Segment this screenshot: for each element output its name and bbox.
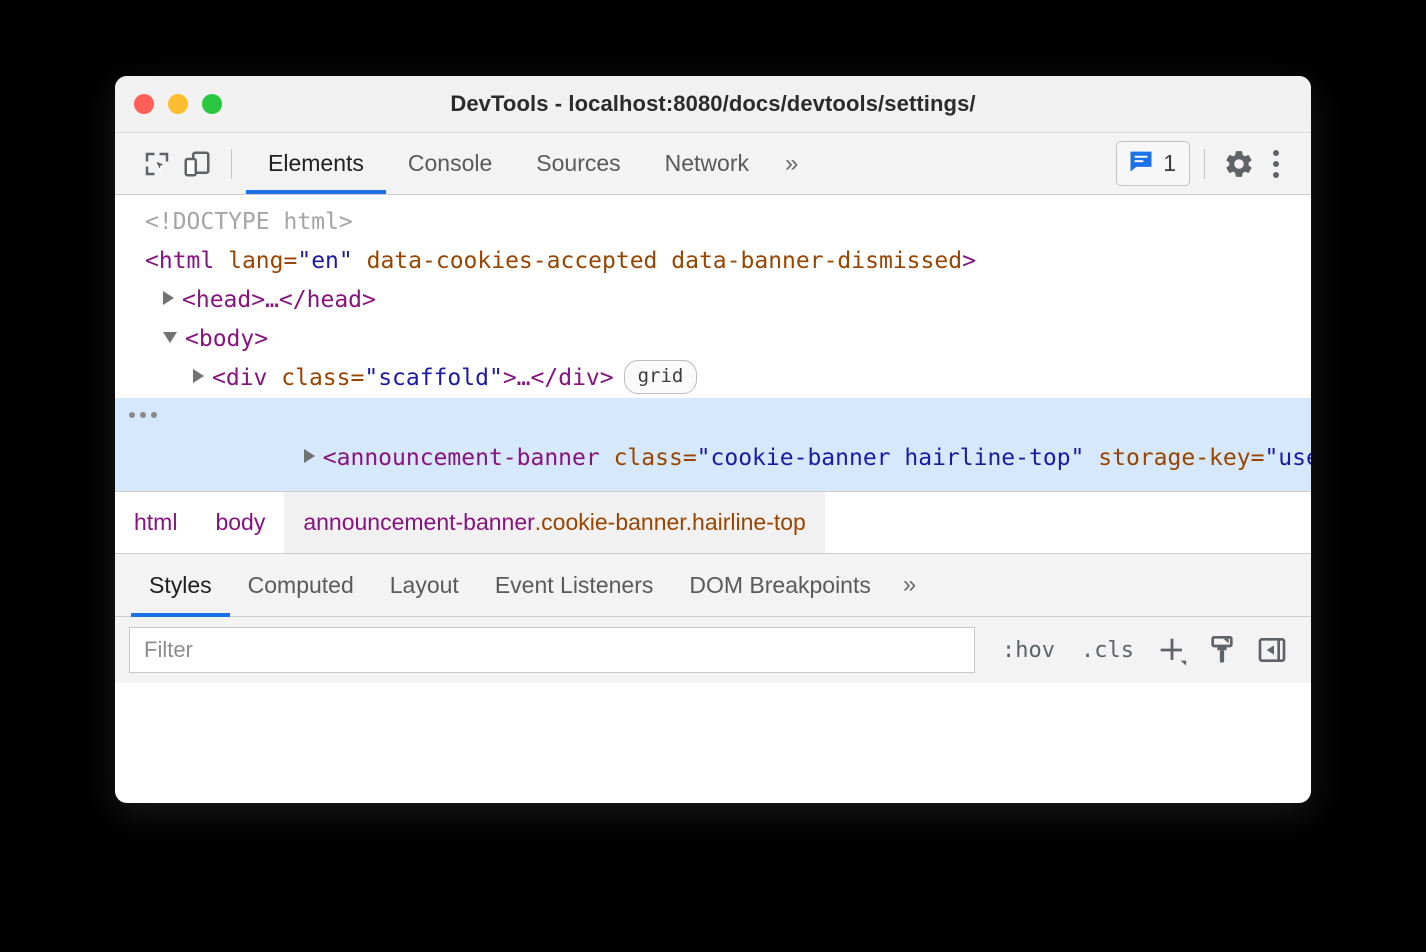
more-tabs-chevron-icon[interactable]: » — [771, 133, 812, 194]
grid-badge[interactable]: grid — [624, 360, 698, 394]
window-titlebar: DevTools - localhost:8080/docs/devtools/… — [115, 76, 1311, 133]
inspect-element-icon[interactable] — [137, 144, 177, 184]
message-bubble-icon — [1127, 147, 1155, 180]
gear-icon[interactable] — [1219, 144, 1259, 184]
breadcrumb-item-html[interactable]: html — [115, 492, 196, 553]
window-controls — [134, 94, 222, 114]
doctype-text: <!DOCTYPE html> — [145, 209, 353, 235]
html-lang-value: "en" — [297, 248, 352, 274]
dom-line-head[interactable]: <head>…</head> — [115, 281, 1311, 320]
breadcrumb-item-html-label: html — [134, 509, 177, 536]
collapse-triangle-body-icon[interactable] — [163, 332, 177, 343]
tab-computed[interactable]: Computed — [230, 554, 372, 616]
tab-dom-breakpoints-label: DOM Breakpoints — [689, 572, 871, 599]
dom-line-html[interactable]: <html lang="en" data-cookies-accepted da… — [115, 242, 1311, 281]
div-class-attr: class= — [281, 365, 364, 391]
breadcrumb-item-announcement-banner[interactable]: announcement-banner.cookie-banner.hairli… — [284, 492, 825, 553]
paintbrush-icon[interactable] — [1197, 627, 1247, 673]
head-node-text: <head>…</head> — [182, 287, 376, 313]
tab-layout[interactable]: Layout — [372, 554, 477, 616]
banner-storage-key-attr: storage-key= — [1098, 445, 1264, 471]
expand-triangle-div-icon[interactable] — [193, 369, 204, 383]
html-open-tag: <html — [145, 248, 214, 274]
window-title: DevTools - localhost:8080/docs/devtools/… — [115, 91, 1311, 117]
sidebar-pane-tabs: Styles Computed Layout Event Listeners D… — [115, 553, 1311, 617]
banner-open-tag: <announcement-banner — [323, 445, 614, 471]
tab-sources[interactable]: Sources — [514, 133, 642, 194]
div-tail: >…</div> — [503, 365, 614, 391]
minimize-window-button[interactable] — [168, 94, 188, 114]
panel-tabs: Elements Console Sources Network » — [246, 133, 812, 194]
expand-triangle-head-icon[interactable] — [163, 291, 174, 305]
devtools-main-toolbar: Elements Console Sources Network » — [115, 133, 1311, 195]
more-pane-tabs-label: » — [903, 571, 916, 599]
plus-icon[interactable] — [1147, 627, 1197, 673]
more-pane-tabs-chevron-icon[interactable]: » — [889, 554, 930, 616]
issues-button[interactable]: 1 — [1116, 141, 1190, 186]
tab-network[interactable]: Network — [643, 133, 771, 194]
styles-toolbar: Filter :hov .cls — [115, 617, 1311, 683]
tab-console[interactable]: Console — [386, 133, 514, 194]
breadcrumb: html body announcement-banner.cookie-ban… — [115, 491, 1311, 553]
banner-class-value: "cookie-banner hairline-top" — [697, 445, 1085, 471]
tab-elements-label: Elements — [268, 150, 364, 177]
tab-elements[interactable]: Elements — [246, 133, 386, 194]
toggle-class-editor-button[interactable]: .cls — [1068, 638, 1147, 663]
issues-count: 1 — [1163, 150, 1176, 177]
breadcrumb-item-body[interactable]: body — [196, 492, 284, 553]
tab-layout-label: Layout — [390, 572, 459, 599]
banner-class-attr: class= — [614, 445, 697, 471]
html-close-bracket: > — [962, 248, 976, 274]
filter-input[interactable]: Filter — [129, 627, 975, 673]
html-cookies-attr: data-cookies-accepted — [367, 248, 658, 274]
more-tabs-label: » — [785, 150, 798, 178]
div-class-value: "scaffold" — [364, 365, 502, 391]
toolbar-divider — [231, 149, 232, 179]
banner-storage-key-value: "user-cookies" — [1264, 445, 1311, 471]
filter-input-placeholder: Filter — [144, 637, 193, 663]
breadcrumb-item-body-label: body — [215, 509, 265, 536]
dom-line-announcement-banner-selected[interactable]: <announcement-banner class="cookie-banne… — [115, 398, 1311, 491]
breadcrumb-item-announcement-banner-tag: announcement-banner — [303, 509, 534, 536]
toolbar-right-group: 1 — [1116, 141, 1293, 186]
breadcrumb-item-announcement-banner-classes: .cookie-banner.hairline-top — [535, 509, 806, 536]
tab-event-listeners[interactable]: Event Listeners — [477, 554, 672, 616]
tab-sources-label: Sources — [536, 150, 620, 177]
node-more-options-icon[interactable] — [129, 412, 157, 418]
dom-tree-panel[interactable]: <!DOCTYPE html> <html lang="en" data-coo… — [115, 195, 1311, 491]
toggle-element-state-button[interactable]: :hov — [989, 638, 1068, 663]
html-lang-attr: lang= — [228, 248, 297, 274]
dom-line-doctype: <!DOCTYPE html> — [115, 203, 1311, 242]
tab-computed-label: Computed — [248, 572, 354, 599]
panel-collapse-icon[interactable] — [1247, 627, 1297, 673]
screenshot-stage: DevTools - localhost:8080/docs/devtools/… — [0, 0, 1426, 952]
body-open-tag: <body> — [185, 326, 268, 352]
tab-event-listeners-label: Event Listeners — [495, 572, 654, 599]
devtools-window: DevTools - localhost:8080/docs/devtools/… — [115, 76, 1311, 803]
tab-network-label: Network — [665, 150, 749, 177]
dom-line-div-scaffold[interactable]: <div class="scaffold">…</div> grid — [115, 359, 1311, 398]
close-window-button[interactable] — [134, 94, 154, 114]
tab-dom-breakpoints[interactable]: DOM Breakpoints — [671, 554, 889, 616]
tab-console-label: Console — [408, 150, 492, 177]
maximize-window-button[interactable] — [202, 94, 222, 114]
tab-styles-label: Styles — [149, 572, 212, 599]
expand-triangle-banner-icon[interactable] — [304, 449, 315, 463]
tab-styles[interactable]: Styles — [131, 554, 230, 616]
device-toolbar-icon[interactable] — [177, 144, 217, 184]
cls-label: .cls — [1081, 638, 1134, 663]
toolbar-divider-right — [1204, 149, 1205, 179]
hov-label: :hov — [1002, 638, 1055, 663]
more-vertical-icon[interactable] — [1259, 145, 1293, 183]
dom-line-body[interactable]: <body> — [115, 320, 1311, 359]
div-open-tag: <div — [212, 365, 281, 391]
html-banner-attr: data-banner-dismissed — [671, 248, 962, 274]
